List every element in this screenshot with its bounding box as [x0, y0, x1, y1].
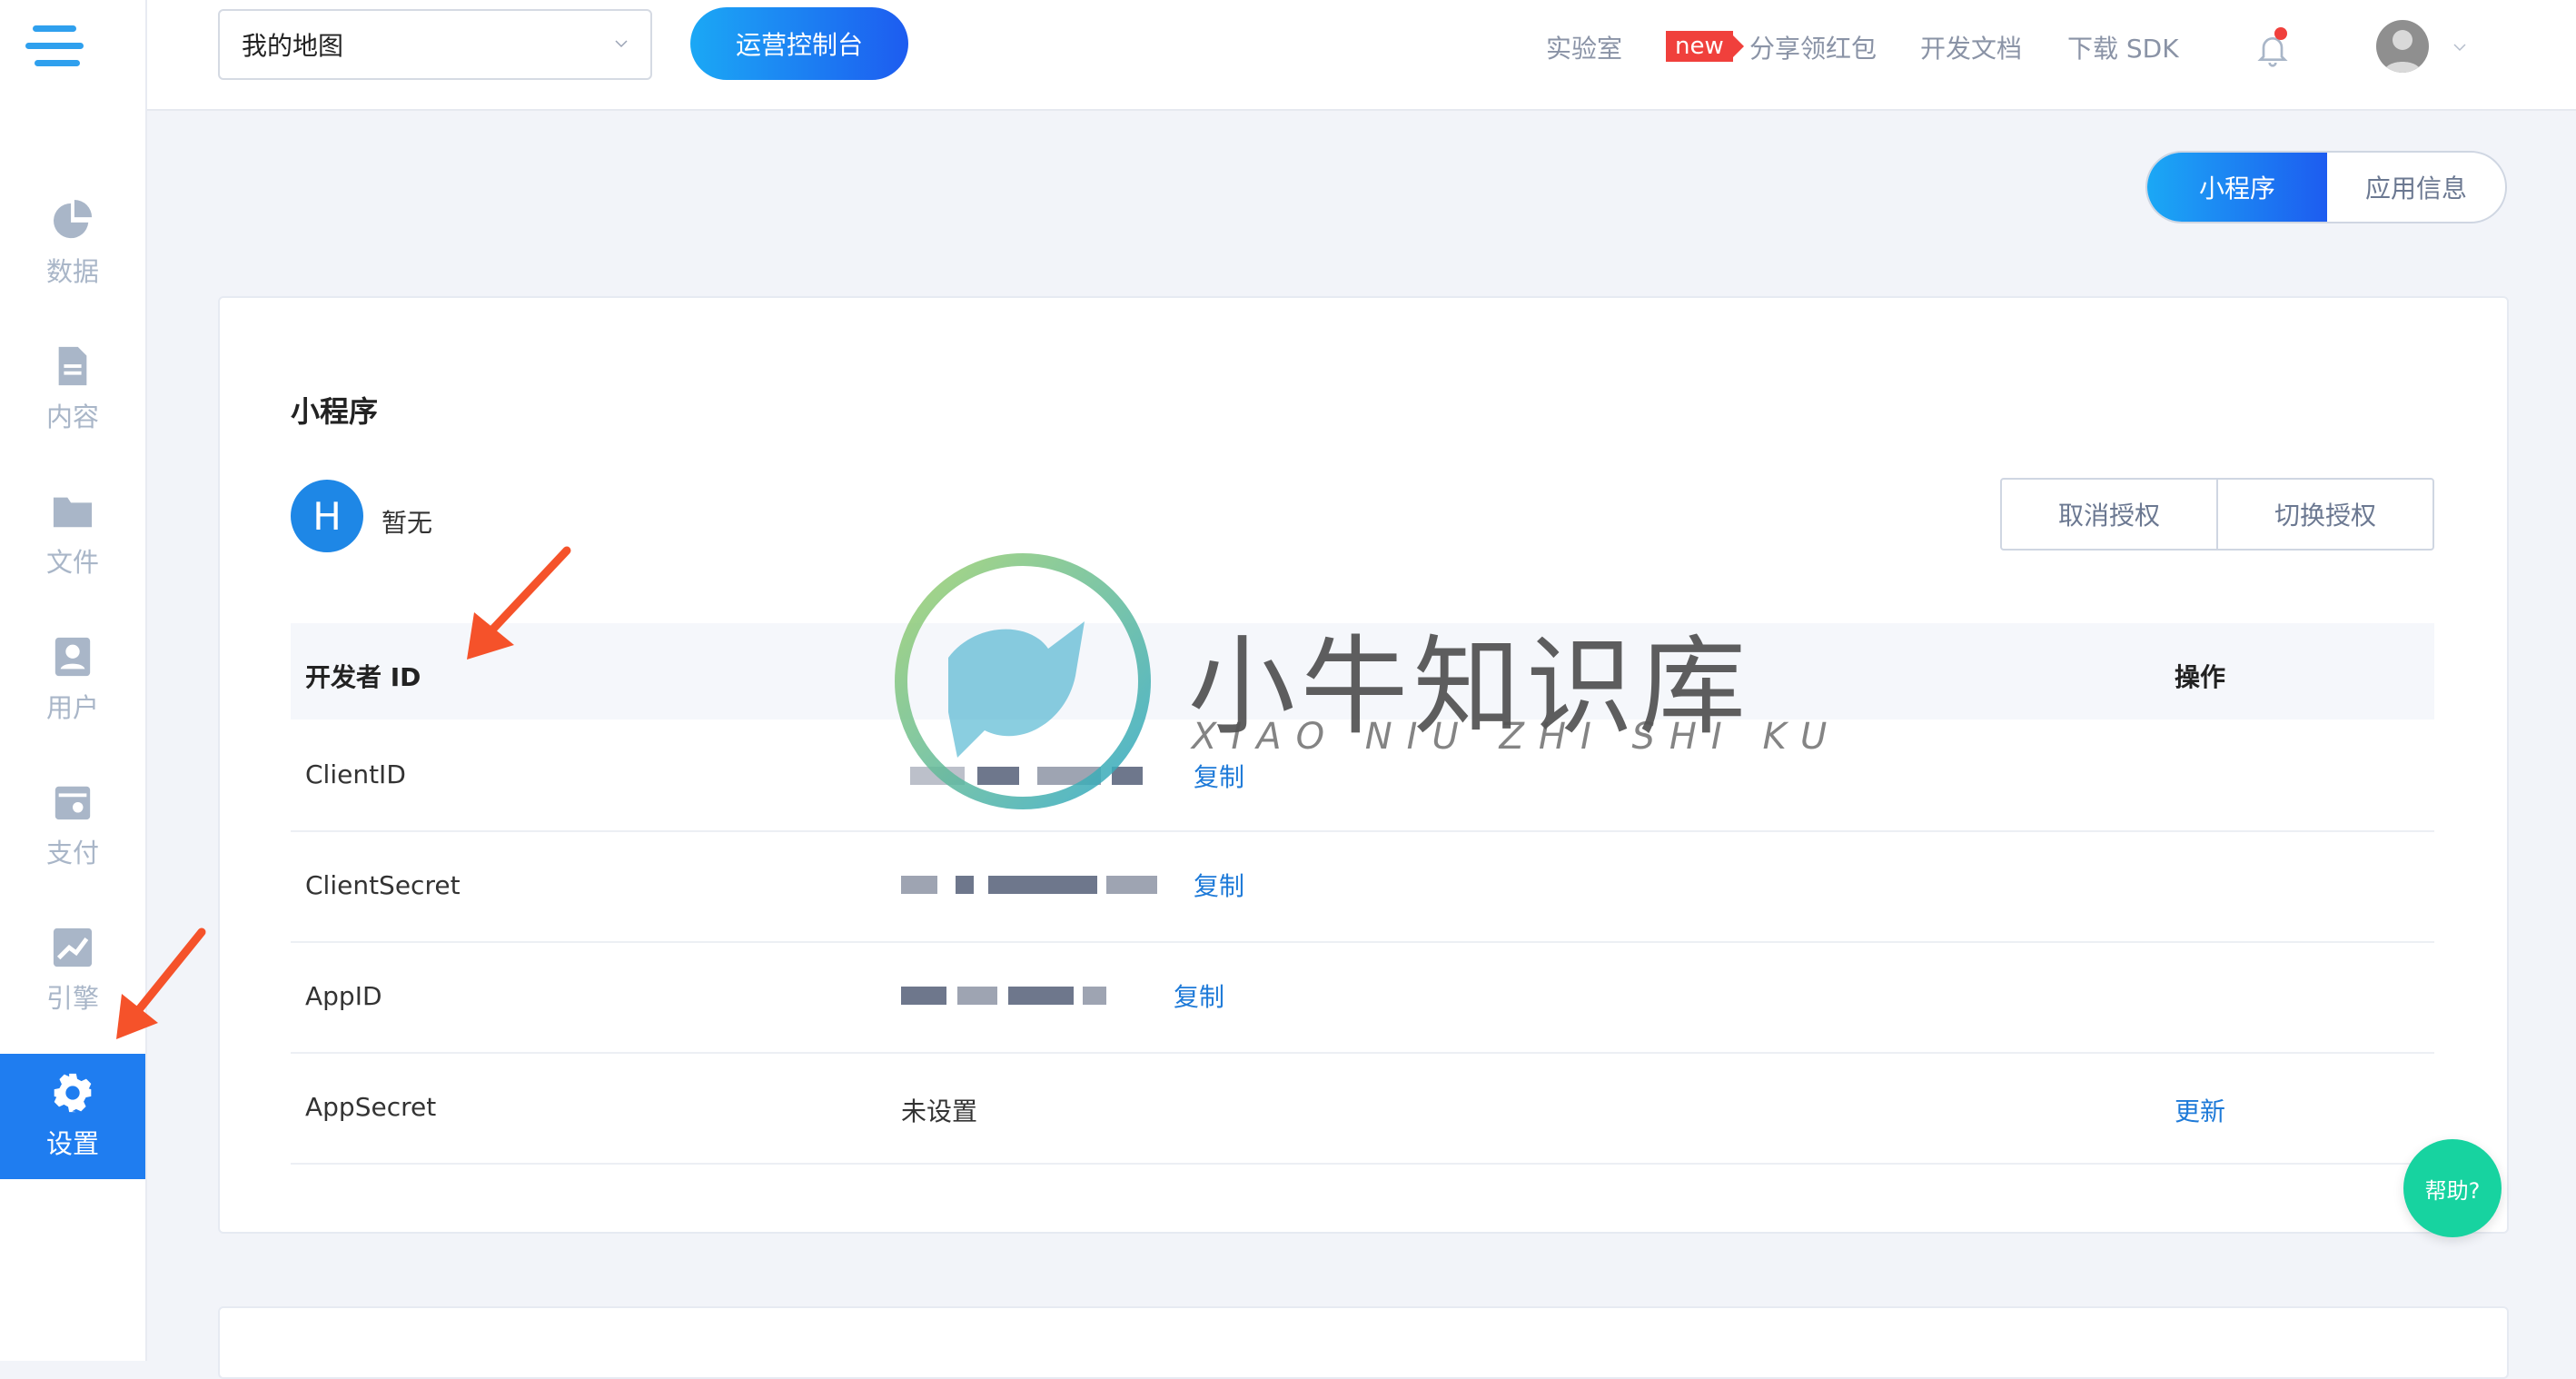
- avatar[interactable]: [2376, 20, 2429, 73]
- switch-auth-button[interactable]: 切换授权: [2216, 480, 2432, 549]
- folder-icon: [53, 497, 93, 528]
- sidebar-item-content[interactable]: 内容: [0, 327, 145, 452]
- sidebar-item-label: 文件: [45, 547, 99, 578]
- gear-icon: [54, 1073, 92, 1113]
- chevron-down-icon: [615, 40, 628, 48]
- trend-chart-icon: [53, 928, 93, 967]
- column-header-actions: 操作: [2175, 662, 2226, 692]
- table-row: AppID 复制: [291, 941, 2434, 1054]
- wallet-icon: [54, 786, 91, 820]
- pie-chart-icon: [54, 200, 93, 239]
- sidebar-item-engine[interactable]: 引擎: [0, 908, 145, 1034]
- masked-value: [901, 876, 1159, 894]
- column-header-developer-id: 开发者 ID: [305, 662, 421, 692]
- table-row: ClientSecret 复制: [291, 830, 2434, 943]
- sdk-link[interactable]: 下载 SDK: [2067, 29, 2179, 65]
- row-key: AppID: [305, 981, 382, 1011]
- secondary-card: [218, 1306, 2509, 1379]
- copy-button[interactable]: 复制: [1174, 977, 1224, 1014]
- top-header: 我的地图 运营控制台 实验室 new 分享领红包 开发文档 下载 SDK: [147, 0, 2576, 111]
- row-key: ClientSecret: [305, 870, 461, 900]
- masked-value: [901, 767, 1144, 785]
- miniprogram-card: 小程序 H 暂无 取消授权 切换授权 开发者 ID 操作 ClientID 复制…: [218, 296, 2509, 1234]
- map-selector[interactable]: 我的地图: [218, 9, 652, 80]
- user-card-icon: [54, 637, 91, 677]
- sidebar-item-payment[interactable]: 支付: [0, 763, 145, 888]
- sidebar-item-users[interactable]: 用户: [0, 618, 145, 743]
- cancel-auth-button[interactable]: 取消授权: [2002, 480, 2216, 549]
- update-button[interactable]: 更新: [2175, 1092, 2225, 1128]
- table-row: ClientID 复制: [291, 719, 2434, 832]
- tab-app-info[interactable]: 应用信息: [2327, 153, 2505, 222]
- map-selector-value: 我的地图: [242, 31, 344, 61]
- masked-value: [901, 987, 1108, 1005]
- row-key: AppSecret: [305, 1092, 437, 1122]
- document-icon: [58, 346, 87, 386]
- user-avatar-icon: [2383, 30, 2422, 73]
- sidebar-item-data[interactable]: 数据: [0, 182, 145, 307]
- row-key: ClientID: [305, 759, 406, 789]
- copy-button[interactable]: 复制: [1194, 758, 1244, 794]
- lab-link[interactable]: 实验室: [1546, 29, 1622, 65]
- sidebar-item-settings[interactable]: 设置: [0, 1054, 145, 1179]
- sidebar-item-label: 内容: [45, 402, 99, 432]
- help-button[interactable]: 帮助?: [2403, 1139, 2502, 1237]
- sidebar-item-label: 引擎: [45, 983, 99, 1014]
- miniprogram-avatar: H: [291, 480, 363, 552]
- auth-button-group: 取消授权 切换授权: [2000, 478, 2434, 551]
- docs-link[interactable]: 开发文档: [1920, 29, 2022, 65]
- card-title: 小程序: [291, 394, 379, 429]
- sidebar-item-files[interactable]: 文件: [0, 472, 145, 598]
- menu-icon[interactable]: [25, 25, 84, 67]
- sidebar-item-label: 支付: [45, 838, 99, 868]
- sidebar-item-label: 设置: [45, 1128, 99, 1159]
- tab-miniprogram[interactable]: 小程序: [2147, 153, 2327, 222]
- view-tabs: 小程序 应用信息: [2145, 151, 2507, 223]
- table-header: 开发者 ID 操作: [291, 623, 2434, 719]
- console-button[interactable]: 运营控制台: [690, 7, 908, 80]
- miniprogram-name: 暂无: [381, 508, 433, 538]
- share-link[interactable]: 分享领红包: [1749, 29, 1877, 65]
- sidebar-item-label: 数据: [45, 256, 99, 287]
- row-value: 未设置: [901, 1096, 978, 1126]
- sidebar-item-label: 用户: [45, 692, 99, 723]
- table-row: AppSecret 未设置 更新: [291, 1052, 2434, 1165]
- new-badge: new: [1666, 31, 1744, 62]
- copy-button[interactable]: 复制: [1194, 867, 1244, 903]
- sidebar: 数据 内容 文件 用户 支付 引擎 设置: [0, 0, 147, 1361]
- notification-dot: [2274, 27, 2287, 40]
- chevron-down-icon[interactable]: [2452, 40, 2467, 55]
